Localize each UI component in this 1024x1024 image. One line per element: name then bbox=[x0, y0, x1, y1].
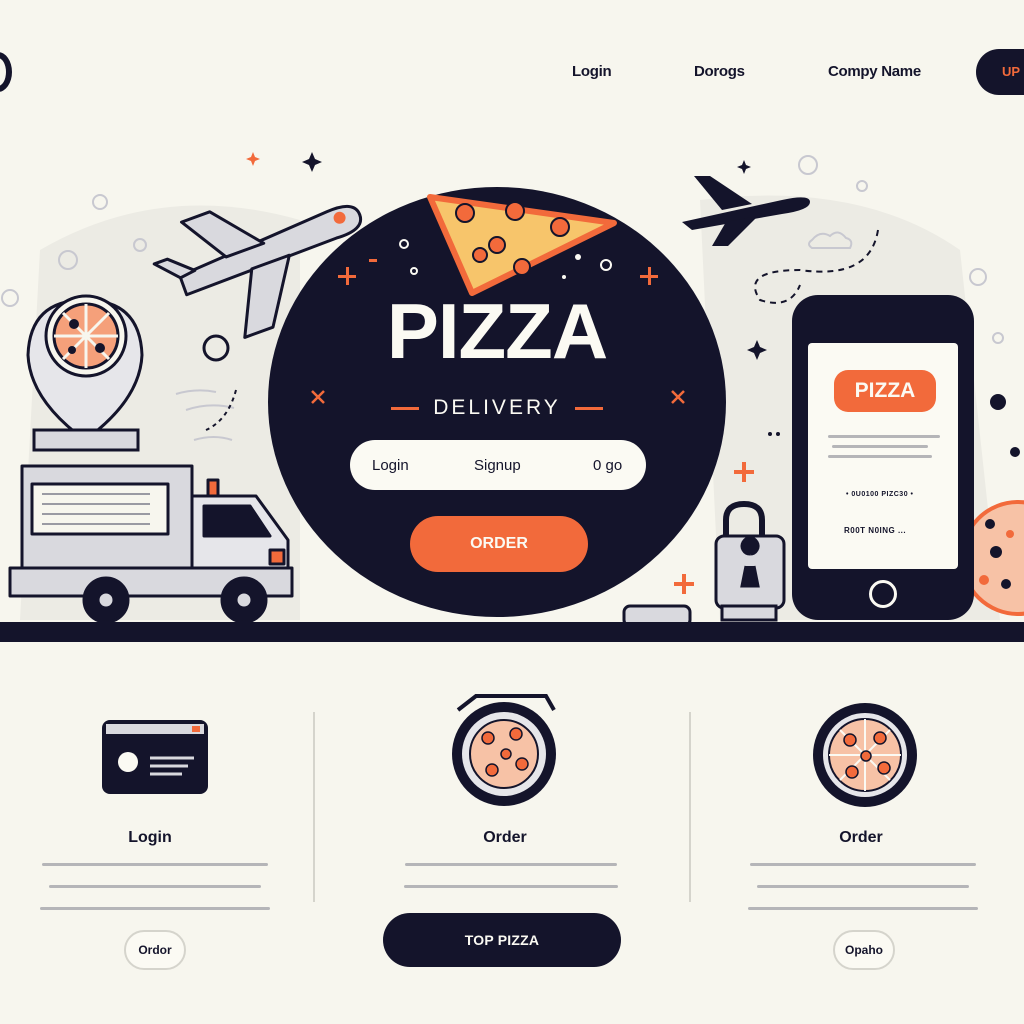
phone-text-line bbox=[832, 445, 928, 448]
feature-title-order-2: Order bbox=[839, 829, 883, 846]
phone-line-2: R00T N0ING ... bbox=[844, 526, 907, 535]
feature-button-ordor[interactable]: Ordor bbox=[124, 930, 186, 970]
phone-home-button[interactable] bbox=[869, 580, 897, 608]
hero-ground-bar bbox=[0, 622, 1024, 642]
auth-pill: Login Signup 0 go bbox=[350, 440, 646, 490]
nav-company-name[interactable]: Compy Name bbox=[828, 63, 921, 80]
feature-text-order-2 bbox=[748, 863, 978, 929]
phone-text-line bbox=[828, 435, 940, 438]
feature-title-order: Order bbox=[483, 829, 527, 846]
phone-mockup: PIZZA • 0U0100 PIZC30 • R00T N0ING ... bbox=[792, 295, 974, 620]
column-divider bbox=[689, 712, 691, 902]
hero-title: PIZZA bbox=[386, 287, 608, 375]
pizza-icon bbox=[813, 703, 917, 807]
phone-line-1: • 0U0100 PIZC30 • bbox=[846, 491, 914, 498]
nav-cta-button[interactable]: UP bbox=[976, 49, 1024, 95]
hero-section: PIZZA DELIVERY Login Signup 0 go ORDER P… bbox=[0, 140, 1024, 645]
credit-card-icon bbox=[102, 720, 208, 794]
hero-login-link[interactable]: Login bbox=[372, 457, 409, 474]
pizza-pan-icon bbox=[452, 694, 556, 806]
hero-subtitle: DELIVERY bbox=[268, 396, 726, 420]
hero-go-link[interactable]: 0 go bbox=[593, 457, 622, 474]
feature-text-login bbox=[40, 863, 270, 929]
nav-dorogs[interactable]: Dorogs bbox=[694, 63, 745, 80]
nav-login[interactable]: Login bbox=[572, 63, 612, 80]
logo-icon[interactable] bbox=[0, 52, 12, 92]
hero-signup-link[interactable]: Signup bbox=[474, 457, 521, 474]
column-divider bbox=[313, 712, 315, 902]
phone-pizza-badge[interactable]: PIZZA bbox=[834, 370, 936, 412]
top-pizza-button[interactable]: TOP PIZZA bbox=[383, 913, 621, 967]
hero-subtitle-text: DELIVERY bbox=[433, 396, 561, 419]
feature-button-opaho[interactable]: Opaho bbox=[833, 930, 895, 970]
phone-text-line bbox=[828, 455, 932, 458]
order-button[interactable]: ORDER bbox=[410, 516, 588, 572]
phone-screen: PIZZA • 0U0100 PIZC30 • R00T N0ING ... bbox=[808, 343, 958, 569]
feature-title-login: Login bbox=[128, 829, 172, 846]
